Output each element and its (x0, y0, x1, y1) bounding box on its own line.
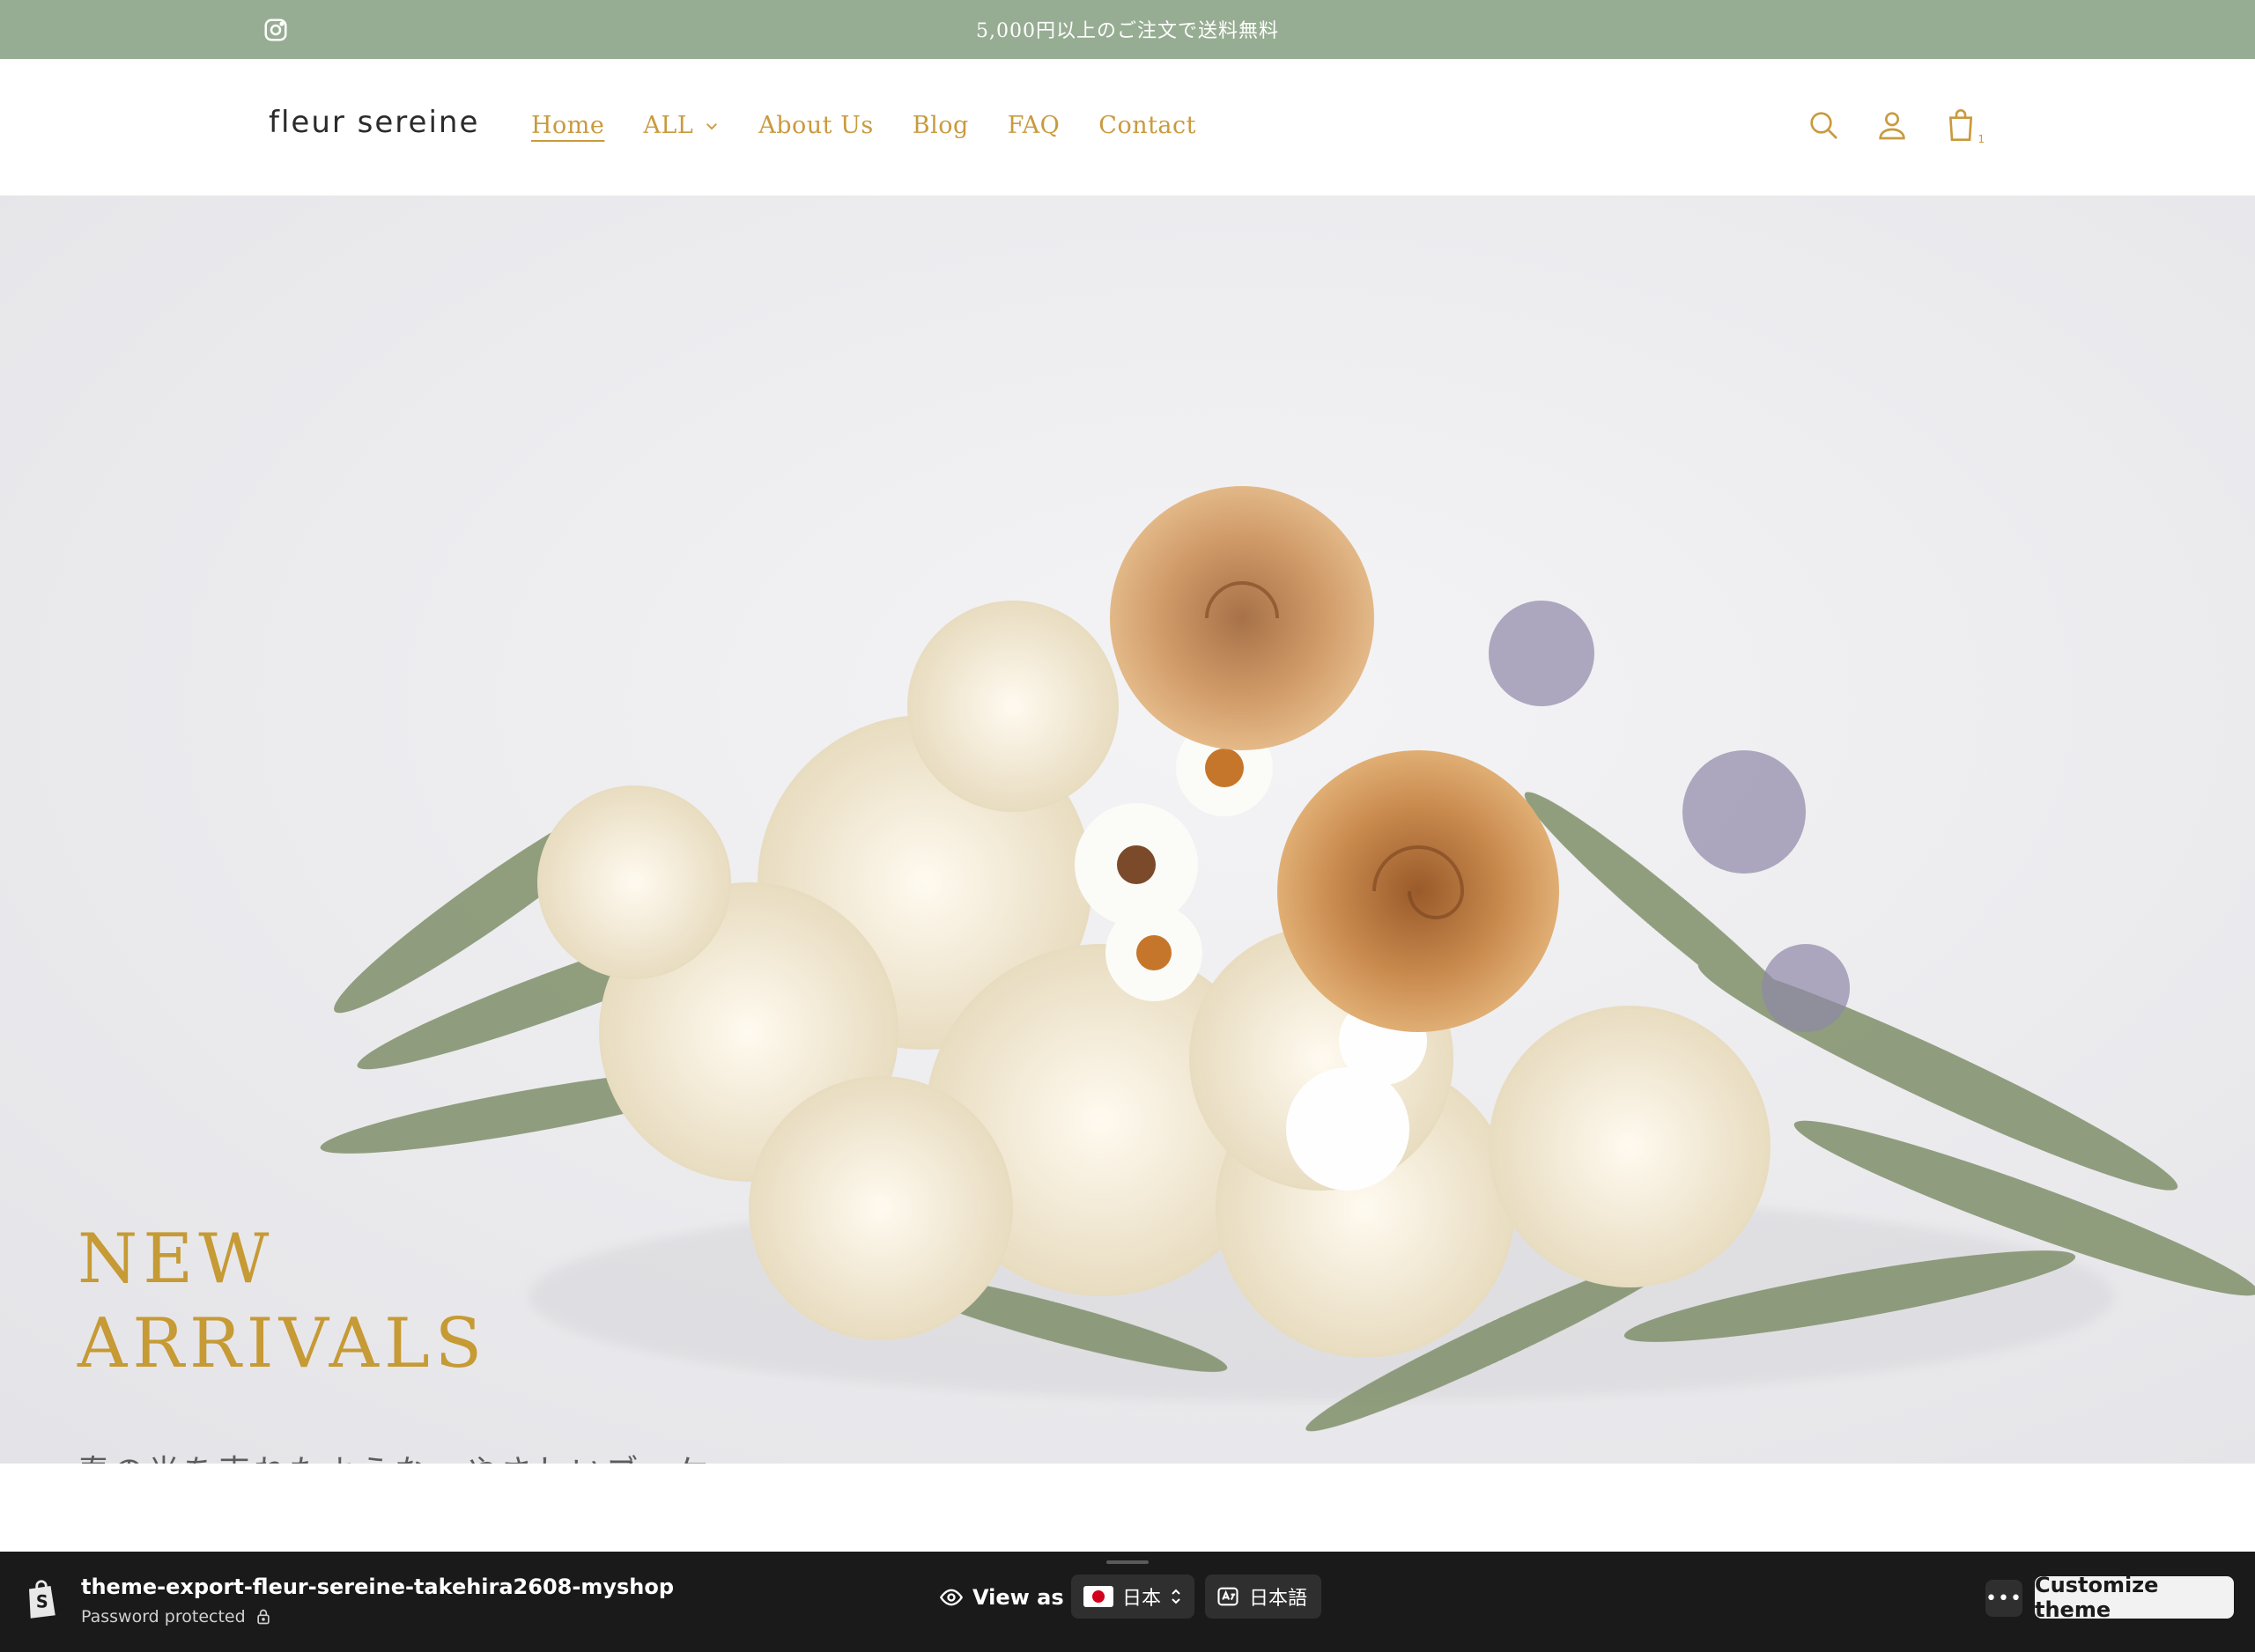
account-button[interactable] (1870, 103, 1914, 147)
language-label: 日本語 (1249, 1588, 1308, 1610)
chevron-up-down-icon (1172, 1589, 1180, 1604)
announcement-message: 5,000円以上のご注文で送料無料 (976, 20, 1279, 42)
cart-icon (1948, 109, 1973, 141)
translate-icon (1217, 1587, 1238, 1606)
eye-icon (939, 1589, 964, 1606)
country-selector[interactable]: 日本 (1071, 1575, 1194, 1619)
nav-all[interactable]: ALL (643, 112, 720, 139)
shopify-bag-icon: S (29, 1580, 55, 1619)
announcement-bar: 5,000円以上のご注文で送料無料 (0, 0, 2255, 59)
cart-button[interactable]: 1 (1939, 103, 1985, 147)
chevron-down-icon (706, 122, 718, 129)
nav-all-label: ALL (643, 112, 694, 139)
ellipsis-icon: ••• (1985, 1587, 2022, 1610)
nav-blog[interactable]: Blog (913, 112, 969, 139)
header-icons: 1 (1801, 103, 2007, 147)
site-header: fleur sereine Home ALL About Us Blog FAQ… (0, 59, 2255, 195)
account-icon (1879, 112, 1905, 140)
store-name: theme-export-fleur-sereine-takehira2608-… (81, 1575, 675, 1599)
nav-about[interactable]: About Us (758, 112, 873, 139)
preview-bar: S theme-export-fleur-sereine-takehira260… (0, 1552, 2255, 1652)
store-logo[interactable]: fleur sereine (269, 105, 479, 140)
password-status: Password protected (81, 1607, 272, 1626)
search-icon (1810, 112, 1837, 139)
cart-count: 1 (1978, 133, 1985, 145)
language-selector[interactable]: 日本語 (1205, 1575, 1321, 1619)
search-button[interactable] (1801, 103, 1845, 147)
country-label: 日本 (1122, 1588, 1162, 1610)
hero-title-line2: ARRIVALS (78, 1304, 488, 1383)
nav-contact[interactable]: Contact (1098, 112, 1196, 139)
hero-title: NEW ARRIVALS (78, 1217, 487, 1386)
password-status-label: Password protected (81, 1607, 246, 1626)
nav-home[interactable]: Home (531, 112, 604, 139)
lock-icon (256, 1609, 270, 1625)
view-as: View as (939, 1585, 1064, 1610)
view-as-label: View as (972, 1585, 1064, 1610)
main-nav: Home ALL About Us Blog FAQ Contact (531, 112, 1235, 139)
more-options-button[interactable]: ••• (1985, 1580, 2022, 1617)
nav-faq[interactable]: FAQ (1008, 112, 1061, 139)
svg-text:S: S (36, 1592, 48, 1612)
hero-banner: NEW ARRIVALS 春の光を束ねたような、やさしいブーケ。 (0, 195, 2255, 1464)
japan-flag-icon (1083, 1586, 1113, 1607)
customize-theme-button[interactable]: Customize theme (2035, 1573, 2234, 1622)
hero-title-line1: NEW (78, 1220, 275, 1299)
drag-handle[interactable] (1106, 1560, 1149, 1564)
hero-subtitle: 春の光を束ねたような、やさしいブーケ。 (78, 1446, 744, 1464)
